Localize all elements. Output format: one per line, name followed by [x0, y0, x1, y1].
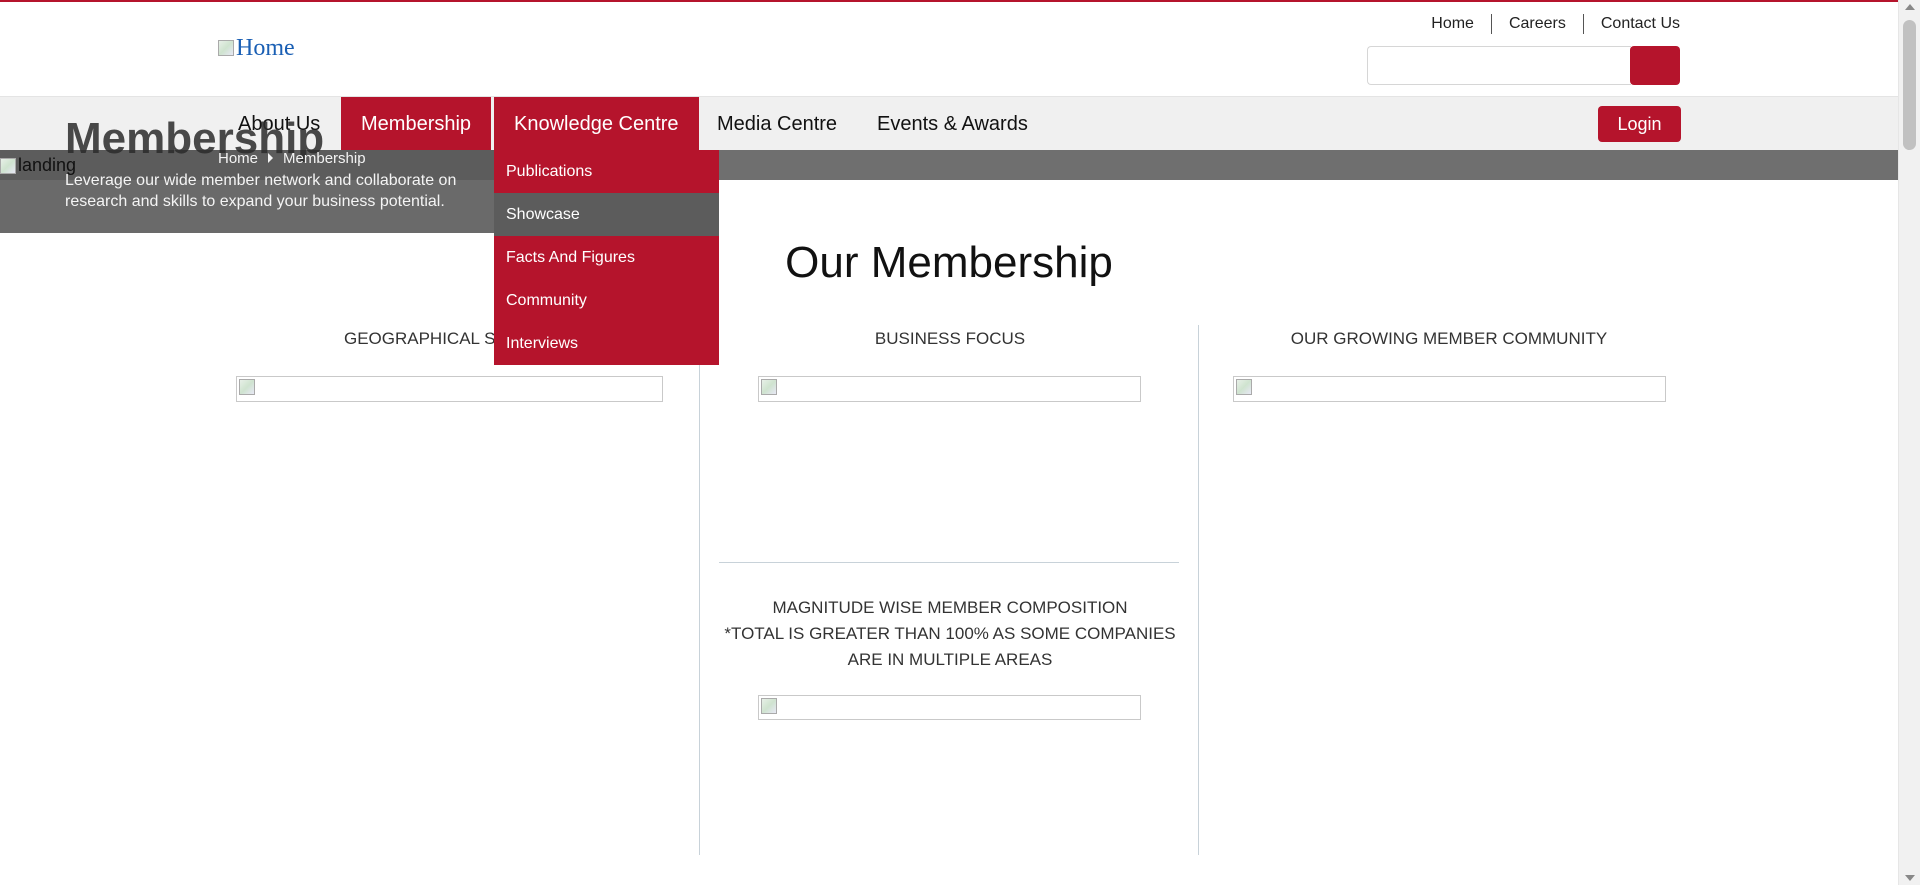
knowledge-centre-dropdown: Publications Showcase Facts And Figures … — [494, 150, 719, 365]
top-accent-line — [0, 0, 1898, 2]
scroll-up-arrow-icon[interactable] — [1905, 4, 1915, 10]
page-title: Our Membership — [785, 238, 1113, 287]
broken-image-icon — [761, 379, 777, 395]
banner-image: landing — [0, 155, 76, 176]
broken-image-icon — [0, 157, 16, 174]
search-input[interactable] — [1367, 46, 1631, 85]
site-logo[interactable]: Home — [218, 32, 295, 64]
nav-item-media-centre[interactable]: Media Centre — [697, 97, 857, 151]
magnitude-note-line: *TOTAL IS GREATER THAN 100% AS SOME COMP… — [724, 624, 1176, 643]
login-button[interactable]: Login — [1598, 106, 1681, 142]
nav-item-events-awards[interactable]: Events & Awards — [857, 97, 1048, 151]
magnitude-title-line: MAGNITUDE WISE MEMBER COMPOSITION — [772, 598, 1128, 617]
broken-image-icon — [239, 379, 255, 395]
magnitude-title: MAGNITUDE WISE MEMBER COMPOSITION *TOTAL… — [720, 595, 1180, 673]
magnitude-chart-image — [758, 695, 1141, 720]
magnitude-note-line: ARE IN MULTIPLE AREAS — [847, 650, 1053, 669]
search-button[interactable] — [1630, 46, 1680, 85]
column-title-member-community: OUR GROWING MEMBER COMMUNITY — [1290, 329, 1608, 348]
dropdown-item-showcase[interactable]: Showcase — [494, 193, 719, 236]
banner-description: Leverage our wide member network and col… — [65, 172, 457, 210]
logo-alt-text[interactable]: Home — [236, 35, 295, 62]
dropdown-item-community[interactable]: Community — [494, 279, 719, 322]
breadcrumb-home[interactable]: Home — [218, 150, 258, 167]
column-divider — [1198, 325, 1199, 855]
scroll-down-arrow-icon[interactable] — [1905, 875, 1915, 881]
business-focus-chart-image — [758, 376, 1141, 402]
chevron-right-icon — [268, 153, 274, 163]
broken-image-icon — [1236, 379, 1252, 395]
scrollbar-thumb[interactable] — [1903, 20, 1916, 150]
dropdown-item-publications[interactable]: Publications — [494, 150, 719, 193]
utility-links: Home Careers Contact Us — [1414, 14, 1680, 34]
utility-link-contact[interactable]: Contact Us — [1584, 15, 1680, 33]
utility-link-home[interactable]: Home — [1414, 15, 1491, 33]
vertical-scrollbar[interactable] — [1898, 0, 1920, 885]
section-divider — [719, 562, 1179, 563]
utility-link-careers[interactable]: Careers — [1492, 15, 1583, 33]
banner-image-alt: landing — [18, 155, 77, 175]
broken-image-icon — [218, 40, 234, 56]
page: Home Home Careers Contact Us About Us Me… — [0, 0, 1920, 885]
breadcrumb-current: Membership — [283, 149, 366, 167]
breadcrumb: Home Membership — [218, 149, 366, 167]
member-community-chart-image — [1233, 376, 1666, 402]
column-title-business-focus: BUSINESS FOCUS — [874, 329, 1026, 348]
geographical-chart-image — [236, 376, 663, 402]
nav-item-membership[interactable]: Membership — [341, 97, 492, 151]
column-divider — [699, 325, 700, 855]
dropdown-item-interviews[interactable]: Interviews — [494, 322, 719, 365]
nav-item-knowledge-centre[interactable]: Knowledge Centre — [494, 97, 699, 151]
broken-image-icon — [761, 698, 777, 714]
dropdown-item-facts-and-figures[interactable]: Facts And Figures — [494, 236, 719, 279]
